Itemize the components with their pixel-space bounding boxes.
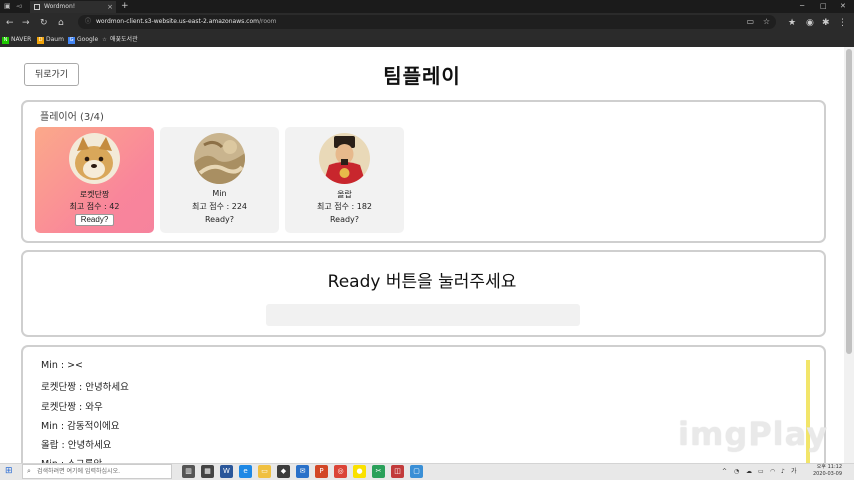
bookmark-library[interactable]: ☆ 애꿎도서관 (101, 33, 138, 47)
ime-indicator[interactable]: 가 (791, 465, 797, 478)
chrome-icon[interactable]: ◎ (334, 465, 347, 478)
naver-icon: N (2, 37, 9, 44)
tray-network-icon[interactable]: ◔ (734, 465, 739, 478)
new-tab-button[interactable]: + (121, 0, 129, 12)
bookmark-google[interactable]: G Google (68, 33, 98, 47)
player-score: 최고 점수 : 182 (316, 202, 373, 211)
mail-icon[interactable]: ✉ (296, 465, 309, 478)
taskbar-search-input[interactable]: ⌕ 검색하려면 여기에 입력하십시오. (22, 464, 172, 479)
powerpoint-icon[interactable]: P (315, 465, 328, 478)
page-title: 팀플레이 (383, 64, 461, 88)
bookmark-star-icon[interactable]: ☆ (763, 15, 770, 29)
clock-date: 2020-03-09 (812, 471, 842, 477)
calculator-icon[interactable]: ▦ (201, 465, 214, 478)
reload-icon[interactable]: ↻ (40, 14, 48, 32)
doge-avatar-icon (69, 133, 120, 184)
google-icon: G (68, 37, 75, 44)
taskbar-clock[interactable]: 오후 11:12 2020-03-09 (806, 464, 842, 478)
status-message: Ready 버튼을 눌러주세요 (327, 272, 517, 292)
ext-adblock-icon[interactable]: ◉ (806, 14, 814, 32)
tab-title: Wordmon! (44, 3, 76, 10)
bookmark-label: Daum (46, 36, 64, 43)
window-menu-icon[interactable]: ▣ (4, 1, 11, 12)
tab-favicon-icon (34, 4, 40, 10)
tray-volume-icon[interactable]: ♪ (781, 465, 785, 478)
player-name: Min (212, 189, 227, 198)
menu-dots-icon[interactable]: ⋮ (838, 14, 847, 32)
star-bookmark-icon: ☆ (102, 37, 107, 43)
bookmark-naver[interactable]: N NAVER (2, 33, 31, 47)
app-icon[interactable]: ▢ (410, 465, 423, 478)
ready-status: Ready? (329, 215, 360, 224)
player-score: 최고 점수 : 224 (191, 202, 248, 211)
home-icon[interactable]: ⌂ (58, 14, 64, 32)
chat-message: Min : 감동적이에요 (41, 421, 120, 432)
minimize-button[interactable]: ─ (800, 0, 804, 12)
bookmark-label: 애꿎도서관 (110, 36, 138, 43)
tray-battery-icon[interactable]: ▭ (758, 465, 764, 478)
address-bar[interactable]: ⓘ wordmon-client.s3-website.us-east-2.am… (78, 15, 776, 29)
folder-icon[interactable]: ▭ (258, 465, 271, 478)
task-view-icon[interactable]: ▥ (182, 465, 195, 478)
imgplay-watermark: imgPlay (678, 415, 829, 453)
ready-status: Ready? (204, 215, 235, 224)
tab-back-icon[interactable]: ◅ (16, 1, 21, 12)
player-card: Min 최고 점수 : 224 Ready? (160, 127, 279, 233)
info-icon[interactable]: ⓘ (85, 15, 91, 29)
players-count-label: 플레이어 (3/4) (40, 112, 104, 123)
chat-message: Min : >< (41, 360, 84, 371)
chat-message: 올랍 : 안녕하세요 (41, 440, 112, 451)
url-path: /room (258, 18, 277, 25)
browser-tab[interactable]: Wordmon! × (30, 1, 116, 13)
photo-icon[interactable]: ◫ (391, 465, 404, 478)
tray-cloud-icon[interactable]: ☁ (746, 465, 752, 478)
windows-start-icon[interactable]: ⊞ (5, 466, 13, 477)
close-window-button[interactable]: ✕ (840, 0, 846, 12)
extension-star-icon[interactable]: ★ (788, 14, 796, 32)
chat-message: 로켓단짱 : 와우 (41, 402, 103, 413)
ready-button[interactable]: Ready? (75, 214, 114, 226)
snip-icon[interactable]: ✂ (372, 465, 385, 478)
chat-message: 로켓단짱 : 안녕하세요 (41, 382, 129, 393)
bookmark-daum[interactable]: D Daum (37, 33, 64, 47)
king-avatar-icon (319, 133, 370, 184)
daum-icon: D (37, 37, 44, 44)
chat-panel (21, 345, 826, 475)
ext-puzzle-icon[interactable]: ✱ (822, 14, 830, 32)
kakaotalk-icon[interactable]: ◆ (277, 465, 290, 478)
player-name: 올랍 (337, 190, 352, 199)
bookmark-label: NAVER (11, 36, 32, 43)
forward-arrow-icon[interactable]: → (22, 14, 30, 32)
player-card: 올랍 최고 점수 : 182 Ready? (285, 127, 404, 233)
url-host: wordmon-client.s3-website.us-east-2.amaz… (96, 18, 259, 25)
player-name: 로켓단짱 (79, 190, 110, 199)
painting-avatar-icon (194, 133, 245, 184)
clock-time: 오후 11:12 (816, 464, 842, 470)
bookmark-label: Google (77, 36, 99, 43)
player-card: 로켓단짱 최고 점수 : 42 Ready? (35, 127, 154, 233)
page-scroll-thumb[interactable] (846, 49, 852, 354)
tray-wifi-icon[interactable]: ◠ (770, 465, 775, 478)
maximize-button[interactable]: □ (820, 0, 827, 12)
back-arrow-icon[interactable]: ← (6, 14, 14, 32)
chat-message: Min : 소그룹앙 (41, 456, 102, 463)
edge-icon[interactable]: e (239, 465, 252, 478)
chat-icon[interactable]: ● (353, 465, 366, 478)
status-progress-bar (266, 304, 580, 326)
tray-chevron-icon[interactable]: ^ (722, 465, 727, 478)
player-score: 최고 점수 : 42 (69, 202, 120, 211)
cast-icon[interactable]: ▭ (746, 15, 754, 29)
word-icon[interactable]: W (220, 465, 233, 478)
close-tab-icon[interactable]: × (107, 1, 113, 13)
search-placeholder: 검색하려면 여기에 입력하십시오. (37, 468, 121, 475)
search-icon: ⌕ (27, 467, 31, 475)
